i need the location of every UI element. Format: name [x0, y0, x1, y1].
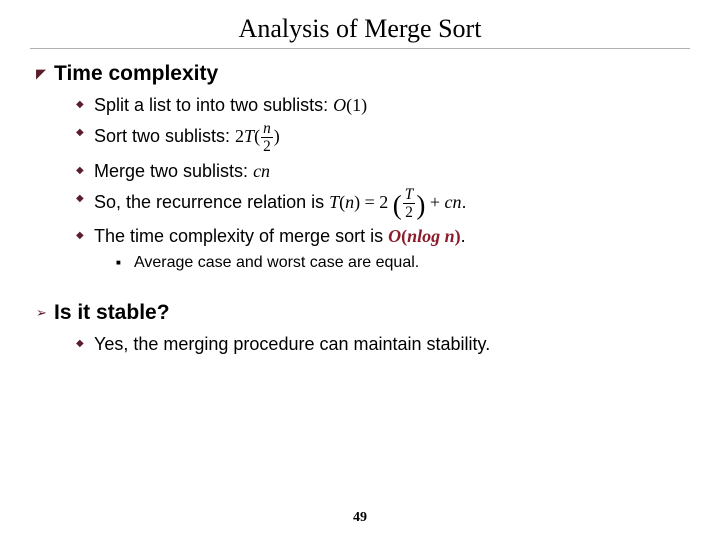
bullet-icon: ◆ [76, 159, 94, 183]
bullet-icon: ◆ [76, 332, 94, 356]
slide-title: Analysis of Merge Sort [30, 14, 690, 44]
slide: Analysis of Merge Sort ◤Time complexity ◆… [0, 0, 720, 356]
list-item-text: The time complexity of merge sort is O(n… [94, 224, 466, 248]
bullet-icon: ◆ [76, 93, 94, 117]
list-item: ◆Sort two sublists: 2T(n2) [76, 121, 690, 155]
section-gap [30, 284, 690, 298]
sub-list-item-text: Average case and worst case are equal. [134, 252, 419, 274]
page-number: 49 [0, 510, 720, 526]
list-item: ◆So, the recurrence relation is T(n) = 2… [76, 187, 690, 221]
section-heading-text: Is it stable? [54, 300, 170, 326]
content-body: ◤Time complexity◆Split a list to into tw… [30, 61, 690, 356]
list-item-text: Merge two sublists: cn [94, 159, 270, 183]
bullet-icon: ➢ [36, 300, 54, 326]
title-rule [30, 48, 690, 49]
bullet-icon: ◆ [76, 224, 94, 248]
list-item: ◆The time complexity of merge sort is O(… [76, 224, 690, 248]
list-item: ◆Split a list to into two sublists: O(1) [76, 93, 690, 117]
list-item-text: Sort two sublists: 2T(n2) [94, 121, 280, 155]
bullet-icon: ◆ [76, 121, 94, 145]
section-heading: ➢Is it stable? [36, 300, 690, 326]
list-item-text: Yes, the merging procedure can maintain … [94, 332, 490, 356]
list-item: ◆Merge two sublists: cn [76, 159, 690, 183]
sub-list-item: ■Average case and worst case are equal. [116, 252, 690, 274]
bullet-icon: ◆ [76, 187, 94, 211]
bullet-icon: ■ [116, 252, 134, 274]
list-item-text: Split a list to into two sublists: O(1) [94, 93, 367, 117]
section-heading-text: Time complexity [54, 61, 218, 87]
section-heading: ◤Time complexity [36, 61, 690, 87]
list-item: ◆Yes, the merging procedure can maintain… [76, 332, 690, 356]
list-item-text: So, the recurrence relation is T(n) = 2 … [94, 187, 466, 221]
bullet-icon: ◤ [36, 61, 54, 87]
